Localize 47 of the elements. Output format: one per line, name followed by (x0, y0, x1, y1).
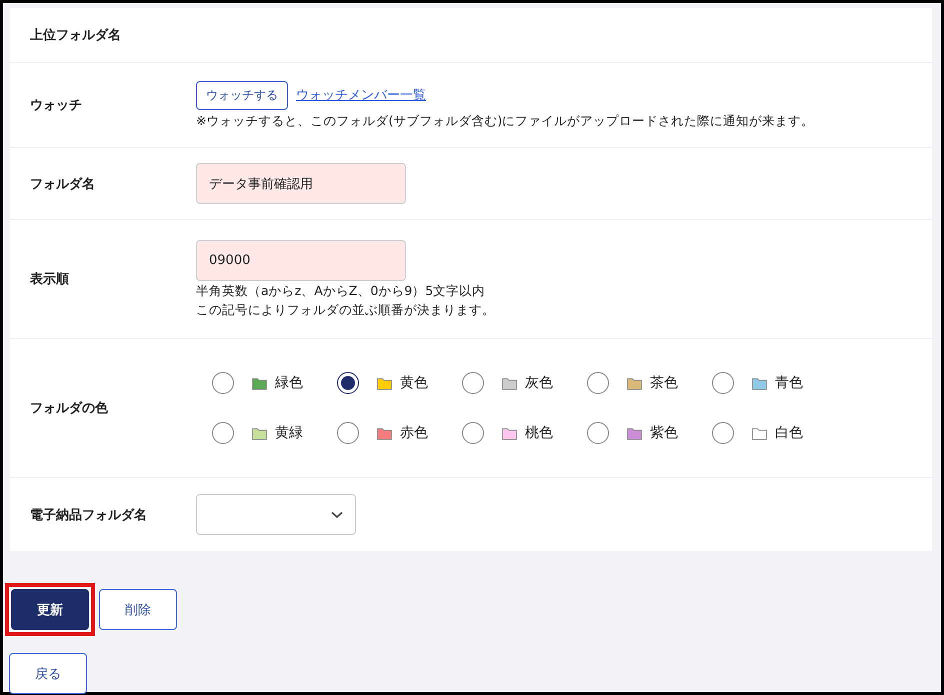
field-label: 上位フォルダ名 (29, 27, 122, 44)
radio-button[interactable] (337, 422, 359, 444)
folder-icon (377, 376, 392, 390)
folder-icon (752, 426, 767, 440)
watch-button[interactable]: ウォッチする (196, 80, 288, 110)
radio-button[interactable] (212, 372, 234, 394)
chevron-down-icon (331, 510, 343, 518)
radio-button[interactable] (462, 372, 484, 394)
field-label: 電子納品フォルダ名 (29, 506, 148, 524)
radio-button[interactable] (587, 422, 609, 444)
field-label: フォルダの色 (29, 400, 109, 417)
color-label: 灰色 (525, 374, 553, 392)
input-field[interactable]: データ事前確認用 (196, 163, 406, 204)
input-field[interactable]: 09000 (196, 240, 406, 280)
color-label: 緑色 (275, 374, 303, 392)
color-label: 青色 (775, 374, 803, 392)
color-label: 赤色 (400, 424, 428, 442)
folder-icon (252, 376, 267, 390)
delete-button[interactable]: 削除 (99, 589, 177, 630)
folder-icon (502, 426, 517, 440)
radio-button[interactable] (712, 372, 734, 394)
folder-icon (377, 426, 392, 440)
hint-text: この記号によりフォルダの並ぶ順番が決まります。 (196, 300, 496, 318)
radio-button[interactable] (337, 372, 359, 394)
folder-icon (252, 426, 267, 440)
radio-button[interactable] (712, 422, 734, 444)
watch-members-link[interactable]: ウォッチメンバー一覧 (296, 86, 426, 104)
folder-icon (627, 376, 642, 390)
back-button[interactable]: 戻る (9, 653, 87, 694)
color-label: 紫色 (650, 424, 678, 442)
field-label: 表示順 (29, 271, 70, 288)
radio-button[interactable] (212, 422, 234, 444)
radio-button[interactable] (462, 422, 484, 444)
field-label: ウォッチ (29, 97, 83, 114)
folder-icon (752, 376, 767, 390)
update-button[interactable]: 更新 (11, 589, 89, 630)
hint-text: 半角英数（aからz、AからZ、0から9）5文字以内 (196, 282, 486, 300)
color-label: 白色 (775, 424, 803, 442)
field-label: フォルダ名 (29, 176, 96, 192)
color-label: 黄色 (400, 374, 428, 392)
color-label: 桃色 (525, 424, 553, 442)
folder-icon (627, 426, 642, 440)
color-label: 黄緑 (275, 424, 303, 442)
color-label: 茶色 (650, 374, 678, 392)
note-text: ※ウォッチすると、このフォルダ(サブフォルダ含む)にファイルがアップロードされた際に通知が来ます。 (196, 112, 816, 130)
radio-button[interactable] (587, 372, 609, 394)
folder-icon (502, 376, 517, 390)
